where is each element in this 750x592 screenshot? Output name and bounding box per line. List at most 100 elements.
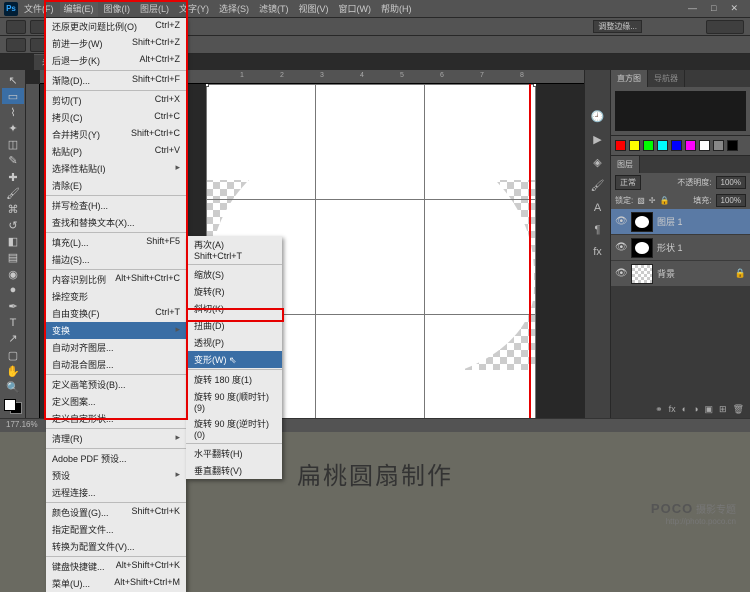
transform-submenu[interactable]: 再次(A) Shift+Ctrl+T 缩放(S)旋转(R)斜切(K)扭曲(D)透视… xyxy=(186,236,282,479)
menu-item[interactable]: 远程连接... xyxy=(46,484,186,501)
swatch[interactable] xyxy=(629,140,640,151)
menu-item[interactable]: 填充(L)...Shift+F5 xyxy=(46,234,186,251)
menu-item[interactable]: 后退一步(K)Alt+Ctrl+Z xyxy=(46,52,186,69)
submenu-item[interactable]: 旋转 90 度(逆时针)(0) xyxy=(186,415,282,442)
menu-window[interactable]: 窗口(W) xyxy=(335,0,376,17)
lasso-tool-icon[interactable]: ⌇ xyxy=(2,104,24,120)
brushes-panel-icon[interactable]: 🖌 xyxy=(591,179,605,192)
actions-panel-icon[interactable]: ▶ xyxy=(593,133,601,146)
shape-tool-icon[interactable]: ▢ xyxy=(2,347,24,363)
zoom-tool-icon[interactable]: 🔍 xyxy=(2,379,24,395)
layer-thumb[interactable] xyxy=(631,264,653,284)
visibility-icon[interactable]: 👁 xyxy=(615,268,627,279)
menu-item[interactable]: 预设 ▸ xyxy=(46,467,186,484)
layer-row[interactable]: 👁图层 1 xyxy=(611,209,750,235)
layers-tab[interactable]: 图层 xyxy=(611,156,640,173)
menu-item[interactable]: 前进一步(W)Shift+Ctrl+Z xyxy=(46,35,186,52)
menu-item[interactable]: 定义画笔预设(B)... xyxy=(46,376,186,393)
swatch[interactable] xyxy=(657,140,668,151)
submenu-item[interactable]: 旋转 180 度(1) xyxy=(186,371,282,388)
visibility-icon[interactable]: 👁 xyxy=(615,216,627,227)
blur-tool-icon[interactable]: ◉ xyxy=(2,266,24,282)
menu-help[interactable]: 帮助(H) xyxy=(377,0,416,17)
para-panel-icon[interactable]: ¶ xyxy=(595,224,601,236)
lock-all-icon[interactable]: 🔒 xyxy=(660,196,670,205)
menu-item[interactable]: 颜色设置(G)...Shift+Ctrl+K xyxy=(46,504,186,521)
visibility-icon[interactable]: 👁 xyxy=(615,242,627,253)
color-swatches[interactable] xyxy=(4,399,22,414)
edit-menu-dropdown[interactable]: 还原更改问题比例(O)Ctrl+Z前进一步(W)Shift+Ctrl+Z后退一步… xyxy=(46,18,186,592)
group-icon[interactable]: ▣ xyxy=(705,404,714,415)
lock-position-icon[interactable]: ✢ xyxy=(649,196,656,205)
trash-icon[interactable]: 🗑 xyxy=(733,404,744,415)
submenu-item[interactable]: 垂直翻转(V) xyxy=(186,462,282,479)
menu-image[interactable]: 图像(I) xyxy=(100,0,135,17)
lock-pixels-icon[interactable]: ▧ xyxy=(637,196,645,205)
zoom-level[interactable]: 177.16% xyxy=(6,420,38,429)
swatch[interactable] xyxy=(685,140,696,151)
layer-thumb[interactable] xyxy=(631,212,653,232)
menu-item[interactable]: 自由变换(F)Ctrl+T xyxy=(46,305,186,322)
menu-edit[interactable]: 编辑(E) xyxy=(60,0,98,17)
submenu-item[interactable]: 旋转 90 度(顺时针)(9) xyxy=(186,388,282,415)
menu-item[interactable]: 拼写检查(H)... xyxy=(46,197,186,214)
menu-item[interactable]: 合并拷贝(Y)Shift+Ctrl+C xyxy=(46,126,186,143)
menu-filter[interactable]: 滤镜(T) xyxy=(255,0,293,17)
submenu-item[interactable]: 斜切(K) xyxy=(186,300,282,317)
history-brush-icon[interactable]: ↺ xyxy=(2,218,24,234)
menu-item[interactable]: 变换 ▸ xyxy=(46,322,186,339)
submenu-item[interactable]: 扭曲(D) xyxy=(186,317,282,334)
mask-icon[interactable]: ◐ xyxy=(682,404,687,415)
menu-item[interactable]: 自动对齐图层... xyxy=(46,339,186,356)
swatch[interactable] xyxy=(671,140,682,151)
menu-view[interactable]: 视图(V) xyxy=(295,0,333,17)
menu-item[interactable]: 渐隐(D)...Shift+Ctrl+F xyxy=(46,72,186,89)
crop-tool-icon[interactable]: ◫ xyxy=(2,137,24,153)
fill-input[interactable]: 100% xyxy=(716,194,746,207)
minimize-icon[interactable]: — xyxy=(684,1,701,16)
menu-select[interactable]: 选择(S) xyxy=(215,0,253,17)
screen-mode-icon[interactable] xyxy=(6,38,26,52)
submenu-item[interactable]: 旋转(R) xyxy=(186,283,282,300)
hand-tool-icon[interactable]: ✋ xyxy=(2,363,24,379)
submenu-item[interactable]: 再次(A) Shift+Ctrl+T xyxy=(186,236,282,263)
new-layer-icon[interactable]: ⊞ xyxy=(719,404,727,415)
menu-item[interactable]: 操控变形 xyxy=(46,288,186,305)
histogram-tab[interactable]: 直方图 xyxy=(611,70,648,87)
menu-item[interactable]: 选择性粘贴(I) ▸ xyxy=(46,160,186,177)
menu-item[interactable]: 键盘快捷键...Alt+Shift+Ctrl+K xyxy=(46,558,186,575)
menu-type[interactable]: 文字(Y) xyxy=(175,0,213,17)
swatch[interactable] xyxy=(699,140,710,151)
type-tool-icon[interactable]: T xyxy=(2,315,24,331)
submenu-item[interactable]: 缩放(S) xyxy=(186,266,282,283)
menu-file[interactable]: 文件(F) xyxy=(20,0,58,17)
properties-panel-icon[interactable]: ◈ xyxy=(593,156,601,169)
tool-preset-picker[interactable] xyxy=(6,20,26,34)
submenu-item[interactable]: 透视(P) xyxy=(186,334,282,351)
menu-item[interactable]: 内容识别比例Alt+Shift+Ctrl+C xyxy=(46,271,186,288)
adjustment-icon[interactable]: ◑ xyxy=(693,404,698,415)
eyedropper-tool-icon[interactable]: ✎ xyxy=(2,153,24,169)
layer-thumb[interactable] xyxy=(631,238,653,258)
brush-tool-icon[interactable]: 🖌 xyxy=(2,185,24,201)
menu-item[interactable]: 还原更改问题比例(O)Ctrl+Z xyxy=(46,18,186,35)
stamp-tool-icon[interactable]: ⌘ xyxy=(2,201,24,217)
char-panel-icon[interactable]: A xyxy=(594,202,601,214)
menu-item[interactable]: 粘贴(P)Ctrl+V xyxy=(46,143,186,160)
swatch[interactable] xyxy=(615,140,626,151)
dodge-tool-icon[interactable]: ● xyxy=(2,282,24,298)
menu-item[interactable]: 定义自定形状... xyxy=(46,410,186,427)
layer-row[interactable]: 👁形状 1 xyxy=(611,235,750,261)
menu-item[interactable]: 清除(E) xyxy=(46,177,186,194)
workspace-switcher[interactable] xyxy=(706,20,744,34)
move-tool-icon[interactable]: ↖ xyxy=(2,72,24,88)
fx-icon[interactable]: fx xyxy=(669,404,676,415)
swatch[interactable] xyxy=(713,140,724,151)
menu-layer[interactable]: 图层(L) xyxy=(136,0,173,17)
refine-edge-button[interactable]: 调整边缘... xyxy=(593,20,642,33)
styles-panel-icon[interactable]: fx xyxy=(593,246,602,258)
history-panel-icon[interactable]: 🕘 xyxy=(591,110,605,123)
navigator-tab[interactable]: 导航器 xyxy=(648,70,685,87)
menu-item[interactable]: 剪切(T)Ctrl+X xyxy=(46,92,186,109)
layer-row[interactable]: 👁背景🔒 xyxy=(611,261,750,287)
